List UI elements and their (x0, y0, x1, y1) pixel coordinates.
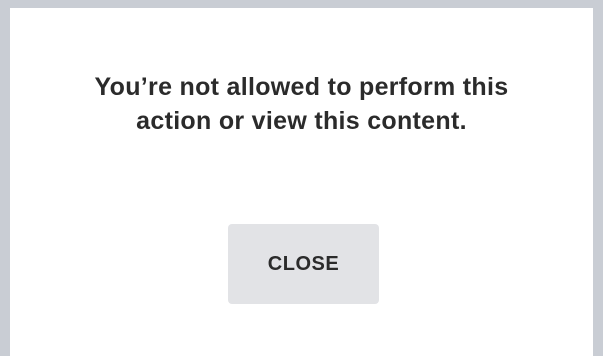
permission-dialog: You’re not allowed to perform this actio… (10, 8, 593, 356)
close-button[interactable]: CLOSE (228, 224, 379, 304)
permission-denied-message: You’re not allowed to perform this actio… (94, 73, 509, 135)
